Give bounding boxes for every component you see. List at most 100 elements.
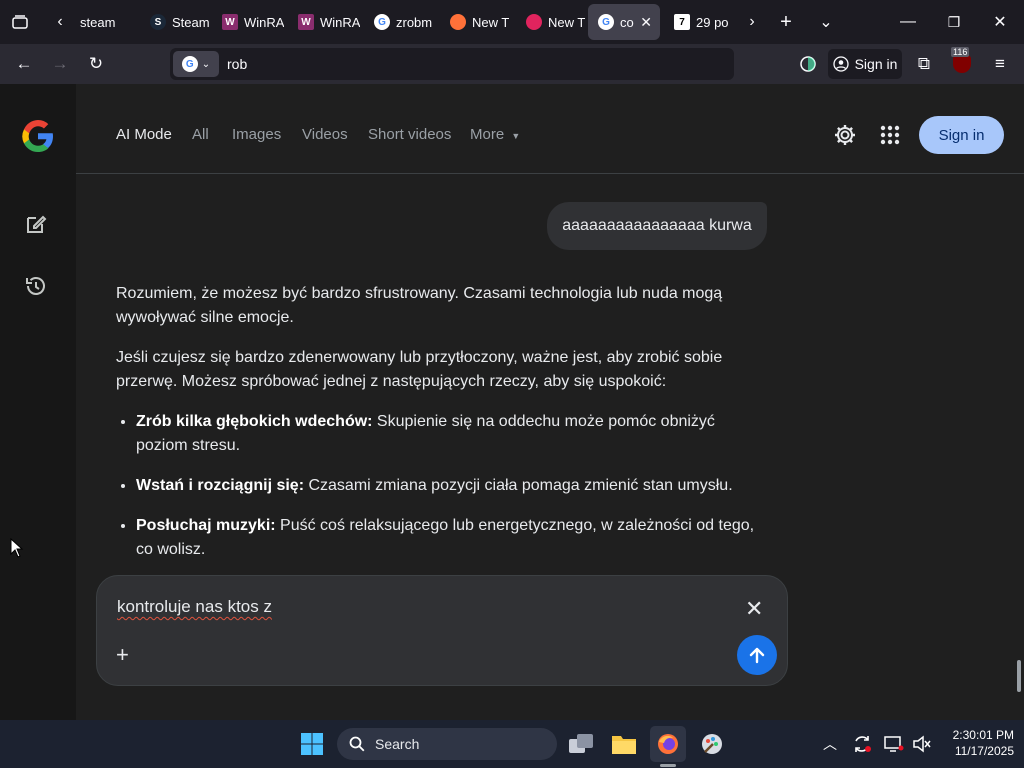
account-icon	[832, 56, 849, 72]
tab-new-2[interactable]: New T	[516, 4, 588, 40]
apps-grid-icon[interactable]	[880, 125, 900, 150]
firefox-taskbar-icon[interactable]	[650, 726, 686, 762]
task-view-icon[interactable]	[563, 726, 599, 762]
wykop-icon: 7	[674, 14, 690, 30]
chevron-down-icon: ⌄	[201, 58, 211, 70]
menu-icon[interactable]: ≡	[986, 50, 1014, 78]
system-clock[interactable]: 2:30:01 PM 11/17/2025	[938, 727, 1014, 759]
arrow-up-icon	[749, 647, 765, 664]
account-sign-in-label: Sign in	[854, 56, 898, 72]
google-logo-icon[interactable]	[20, 118, 56, 159]
steam-icon: S	[150, 14, 166, 30]
file-explorer-icon[interactable]	[606, 726, 642, 762]
list-item: Wstań i rozciągnij się: Czasami zmiana p…	[136, 474, 766, 498]
tab-overview-icon[interactable]	[6, 8, 34, 36]
clock-date: 11/17/2025	[954, 744, 1014, 758]
back-icon[interactable]: ←	[10, 50, 38, 78]
firefox-icon	[450, 14, 466, 30]
tab-videos[interactable]: Videos	[302, 126, 348, 143]
tab-ai-mode[interactable]: AI Mode	[116, 126, 172, 143]
tab-label: 29 po	[696, 14, 729, 30]
search-engine-selector[interactable]: G ⌄	[173, 51, 219, 77]
tab-label: New T	[472, 14, 510, 30]
tab-more[interactable]: More ▼	[470, 126, 520, 143]
mouse-cursor-icon	[10, 537, 24, 563]
tab-google-search[interactable]: G zrobm	[364, 4, 436, 40]
forward-icon[interactable]: →	[46, 50, 74, 78]
caret-down-icon: ▼	[511, 131, 521, 141]
tab-winrar-1[interactable]: W WinRA	[212, 4, 284, 40]
new-chat-icon[interactable]	[24, 212, 48, 241]
tab-short-videos[interactable]: Short videos	[368, 126, 451, 143]
reload-icon[interactable]: ↻	[82, 50, 110, 78]
sync-icon[interactable]	[794, 50, 822, 78]
tabs-scroll-right-icon[interactable]: ›	[738, 8, 766, 36]
browser-toolbar: ← → ↻ G ⌄ rob Sign in ⧉ 116 ≡	[0, 44, 1024, 84]
response-paragraph: Jeśli czujesz się bardzo zdenerwowany lu…	[116, 349, 723, 390]
tab-more-label: More	[470, 126, 505, 143]
close-window-icon[interactable]: ✕	[986, 8, 1014, 36]
tab-new-1[interactable]: New T	[440, 4, 512, 40]
clock-time: 2:30:01 PM	[952, 728, 1014, 742]
clear-input-close-icon[interactable]: ✕	[745, 596, 763, 622]
response-paragraph: Rozumiem, że możesz być bardzo sfrustrow…	[116, 285, 723, 326]
google-sign-in-button[interactable]: Sign in	[919, 116, 1004, 154]
prompt-input[interactable]: kontroluje nas ktos z	[117, 597, 272, 617]
prompt-composer: kontroluje nas ktos z ✕ +	[96, 575, 788, 686]
tab-google-active[interactable]: G co ✕	[588, 4, 660, 40]
close-tab-icon[interactable]: ✕	[640, 14, 652, 31]
ai-response: Rozumiem, że możesz być bardzo sfrustrow…	[116, 282, 766, 578]
page-scrollbar[interactable]	[1017, 660, 1021, 692]
list-all-tabs-icon[interactable]: ⌄	[812, 8, 840, 36]
user-message-bubble: aaaaaaaaaaaaaaaa kurwa	[547, 202, 767, 250]
tab-strip: ‹ steam S Steam W WinRA W WinRA G zrobm …	[0, 0, 1024, 44]
tips-list: Zrób kilka głębokich wdechów: Skupienie …	[116, 410, 766, 562]
address-bar[interactable]: G ⌄ rob	[170, 48, 734, 80]
tip-title: Zrób kilka głębokich wdechów:	[136, 413, 373, 430]
tab-steam-2[interactable]: S Steam	[140, 4, 210, 40]
extension-badge: 116	[951, 47, 970, 57]
google-header: AI Mode All Images Videos Short videos M…	[76, 84, 1024, 174]
show-hidden-icons-chevron-icon[interactable]: ︿	[812, 726, 848, 762]
tab-wykop[interactable]: 7 29 po	[664, 4, 736, 40]
tab-winrar-2[interactable]: W WinRA	[288, 4, 360, 40]
winrar-icon: W	[222, 14, 238, 30]
extensions-icon[interactable]: ⧉	[910, 50, 938, 78]
firefox-icon	[526, 14, 542, 30]
tab-steam-1[interactable]: steam	[70, 4, 138, 40]
google-icon: G	[181, 56, 198, 72]
taskbar-search-box[interactable]: Search	[337, 728, 557, 760]
search-icon	[349, 736, 365, 752]
tab-all[interactable]: All	[192, 126, 209, 143]
tab-label: steam	[80, 14, 116, 30]
restore-icon[interactable]: ❐	[940, 8, 968, 36]
windows-start-icon[interactable]	[294, 726, 330, 762]
send-button[interactable]	[737, 635, 777, 675]
tab-images[interactable]: Images	[232, 126, 281, 143]
account-sign-in-button[interactable]: Sign in	[828, 49, 902, 79]
tip-title: Wstań i rozciągnij się:	[136, 477, 305, 494]
ublock-extension-icon[interactable]: 116	[948, 47, 976, 78]
new-tab-icon[interactable]: +	[772, 8, 800, 36]
taskbar: Search ︿ 2:30:01 PM 11/17/2025	[0, 720, 1024, 768]
tip-title: Posłuchaj muzyki:	[136, 517, 276, 534]
search-label: Search	[375, 736, 420, 752]
url-text[interactable]: rob	[227, 56, 247, 72]
list-item: Zrób kilka głębokich wdechów: Skupienie …	[136, 410, 766, 458]
settings-gear-icon[interactable]	[833, 123, 857, 152]
tab-label: WinRA	[244, 14, 284, 30]
update-sync-icon[interactable]	[844, 726, 880, 762]
volume-muted-icon[interactable]	[904, 726, 940, 762]
list-item: Posłuchaj muzyki: Puść coś relaksującego…	[136, 514, 766, 562]
tab-label: New T	[548, 14, 586, 30]
tab-label: WinRA	[320, 14, 360, 30]
add-attachment-plus-icon[interactable]: +	[116, 642, 129, 668]
history-icon[interactable]	[24, 274, 48, 303]
paint-app-icon[interactable]	[694, 726, 730, 762]
google-icon: G	[374, 14, 390, 30]
minimize-icon[interactable]: —	[894, 8, 922, 36]
left-rail	[0, 84, 76, 720]
winrar-icon: W	[298, 14, 314, 30]
tab-label: Steam	[172, 14, 210, 30]
tip-text: Czasami zmiana pozycji ciała pomaga zmie…	[304, 477, 733, 494]
